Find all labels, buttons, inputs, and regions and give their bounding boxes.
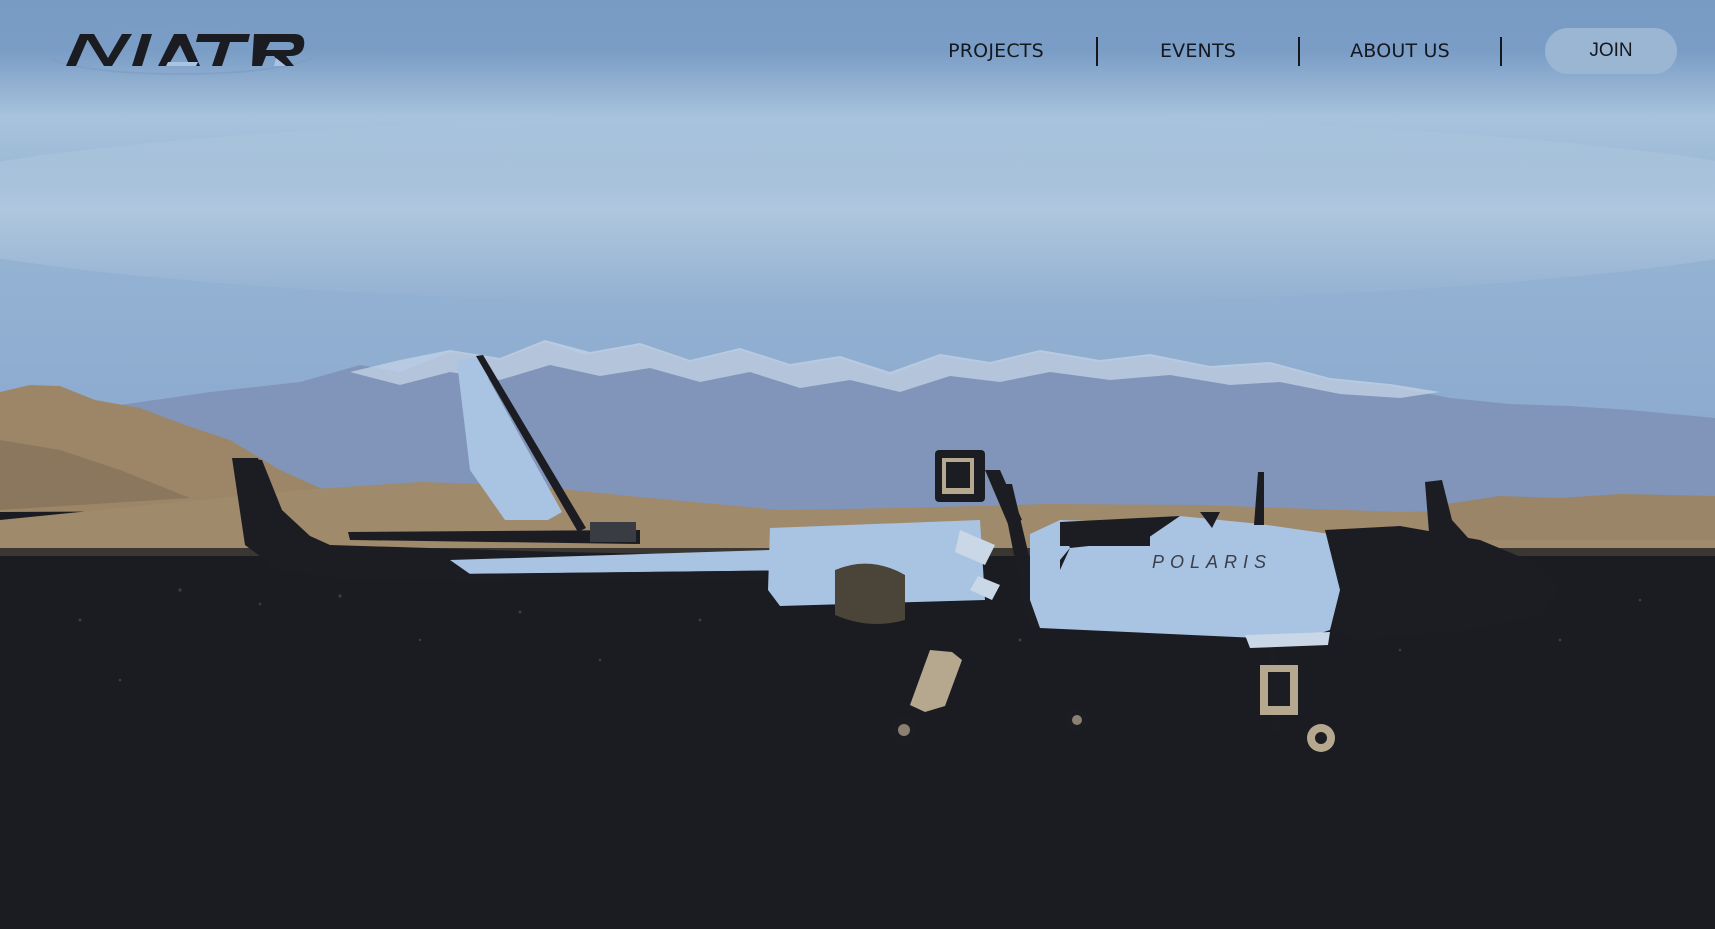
join-button[interactable]: JOIN <box>1545 28 1677 74</box>
hero-image: POLARIS <box>0 0 1715 929</box>
nav-projects-link[interactable]: PROJECTS <box>901 28 1091 74</box>
nav-about-link[interactable]: ABOUT US <box>1305 28 1495 74</box>
nav-divider <box>1096 36 1098 66</box>
aviatr-logo-icon <box>43 29 317 75</box>
nav-links: PROJECTS EVENTS ABOUT US JOIN <box>901 28 1677 74</box>
nav-divider <box>1298 36 1300 66</box>
sky-haze <box>0 115 1715 305</box>
nav-events-link[interactable]: EVENTS <box>1103 28 1293 74</box>
landing-page: POLARIS PROJECTS EVENTS ABOUT US JOIN <box>0 0 1715 929</box>
hill-right <box>1440 494 1715 540</box>
aircraft-marking: POLARIS <box>1152 552 1272 572</box>
nav-divider <box>1500 36 1502 66</box>
brand-logo[interactable] <box>43 18 325 84</box>
top-navigation: PROJECTS EVENTS ABOUT US JOIN <box>0 0 1715 100</box>
